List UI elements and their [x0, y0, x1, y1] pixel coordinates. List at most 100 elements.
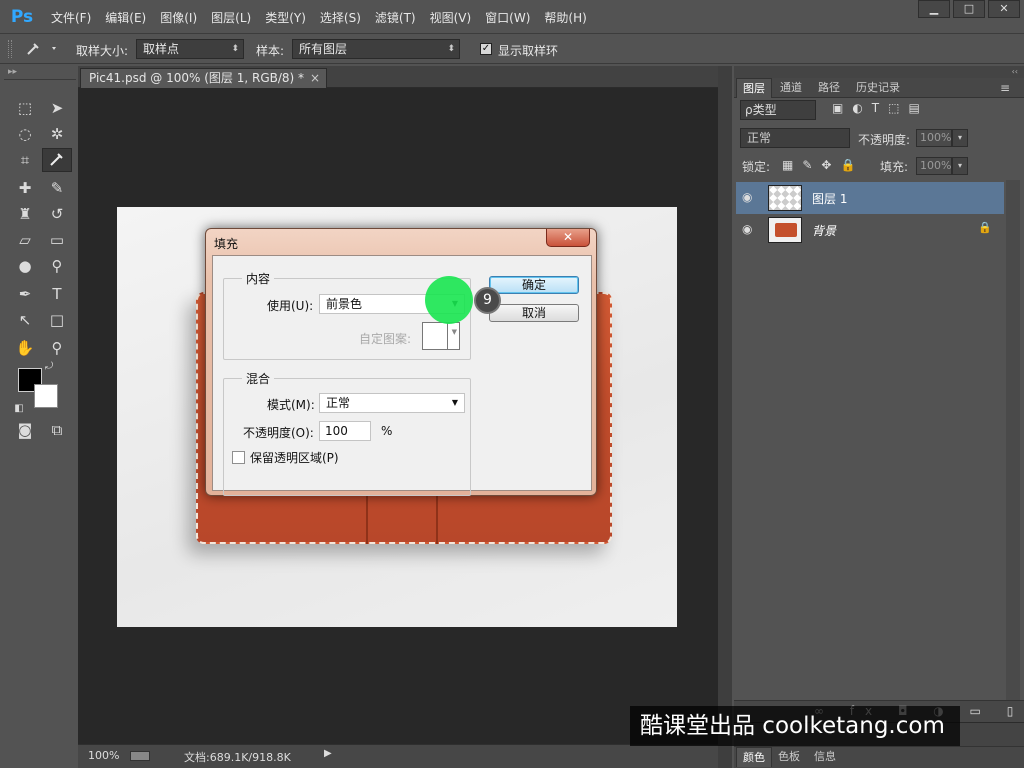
fill-dropdown-icon[interactable]: ▾ [952, 157, 968, 175]
lock-options-icons[interactable]: ▦✎✥🔒 [782, 158, 864, 172]
tab-history[interactable]: 历史记录 [850, 78, 906, 98]
ok-button[interactable]: 确定 [489, 276, 579, 294]
document-tab[interactable]: Pic41.psd @ 100% (图层 1, RGB/8) * × [80, 68, 328, 88]
layers-scrollbar[interactable] [1006, 180, 1020, 700]
layer-filter-kind-select[interactable]: ρ类型 [740, 100, 816, 120]
menu-help[interactable]: 帮助(H) [537, 9, 593, 26]
lock-icon: 🔒 [978, 221, 992, 234]
wallet-seam [436, 494, 438, 544]
layers-panel-dock: ‹‹ 图层 通道 路径 历史记录 ≡ ρ类型 ▣◐T⬚▤ 正常 不透明度: 10… [734, 66, 1024, 768]
document-tabbar: Pic41.psd @ 100% (图层 1, RGB/8) * × [78, 66, 718, 88]
menu-select[interactable]: 选择(S) [313, 9, 368, 26]
rectangle-tool-icon[interactable]: □ [42, 308, 72, 332]
layer-row[interactable]: ◉ 图层 1 [736, 182, 1004, 214]
layers-panel-tabs: 图层 通道 路径 历史记录 ≡ [734, 78, 1024, 98]
fill-field[interactable]: 100% [916, 157, 952, 175]
healing-brush-tool-icon[interactable]: ✚ [10, 176, 40, 200]
brush-tool-icon[interactable]: ✎ [42, 176, 72, 200]
default-colors-icon[interactable]: ◧ [10, 402, 28, 416]
zoom-tool-icon[interactable]: ⚲ [42, 336, 72, 360]
status-menu-arrow-icon[interactable]: ▶ [324, 748, 332, 759]
path-selection-tool-icon[interactable]: ↖ [10, 308, 40, 332]
layer-row[interactable]: ◉ 背景 🔒 [736, 214, 1004, 246]
show-sampling-ring-checkbox[interactable]: ✓ [480, 43, 492, 55]
updown-arrow-icon: ⬍ [231, 44, 239, 54]
wallet-seam [366, 494, 368, 544]
menu-view[interactable]: 视图(V) [423, 9, 479, 26]
layer-blend-mode-select[interactable]: 正常 [740, 128, 850, 148]
menubar: Ps 文件(F) 编辑(E) 图像(I) 图层(L) 类型(Y) 选择(S) 滤… [0, 0, 1024, 34]
sample-value: 所有图层 [299, 42, 348, 56]
opacity-input[interactable]: 100 [319, 421, 371, 441]
eyedropper-tool-icon[interactable] [42, 148, 72, 172]
layer-name[interactable]: 背景 [812, 222, 836, 239]
eyedropper-preset-icon[interactable] [22, 40, 66, 58]
quick-mask-icon[interactable]: ◙ [10, 418, 40, 442]
menu-type[interactable]: 类型(Y) [258, 9, 313, 26]
visibility-eye-icon[interactable]: ◉ [742, 222, 758, 236]
panel-menu-icon[interactable]: ≡ [994, 78, 1016, 98]
hand-tool-icon[interactable]: ✋ [10, 336, 40, 360]
menu-filter[interactable]: 滤镜(T) [368, 9, 423, 26]
dodge-tool-icon[interactable]: ⚲ [42, 254, 72, 278]
crop-tool-icon[interactable]: ⌗ [10, 148, 40, 172]
tab-color[interactable]: 颜色 [736, 747, 772, 767]
dock-collapse-icon[interactable]: ‹‹ [734, 66, 1024, 78]
menu-items: 文件(F) 编辑(E) 图像(I) 图层(L) 类型(Y) 选择(S) 滤镜(T… [44, 0, 594, 34]
magic-wand-tool-icon[interactable]: ✲ [42, 122, 72, 146]
dropdown-arrow-icon: ▼ [451, 328, 457, 336]
move-tool-icon[interactable]: ➤ [42, 96, 72, 120]
status-view-icon[interactable] [130, 751, 150, 761]
type-tool-icon[interactable]: T [42, 282, 72, 306]
eraser-tool-icon[interactable]: ▱ [10, 228, 40, 252]
step-number-badge: 9 [474, 287, 501, 314]
layer-opacity-label: 不透明度: [858, 133, 911, 147]
menu-edit[interactable]: 编辑(E) [98, 9, 153, 26]
tab-paths[interactable]: 路径 [812, 78, 846, 98]
layer-filter-icons[interactable]: ▣◐T⬚▤ [832, 101, 929, 115]
clone-stamp-tool-icon[interactable]: ♜ [10, 202, 40, 226]
screen-mode-icon[interactable]: ⧉ [42, 418, 72, 442]
swap-colors-icon[interactable]: ⤾ [40, 360, 58, 374]
opacity-label: 不透明度(O): [243, 426, 314, 440]
tab-swatches[interactable]: 色板 [772, 747, 806, 767]
sample-size-select[interactable]: 取样点 ⬍ [136, 39, 244, 59]
background-color-swatch[interactable] [34, 384, 58, 408]
layer-name[interactable]: 图层 1 [812, 190, 847, 207]
tab-layers[interactable]: 图层 [736, 78, 772, 98]
pattern-picker-divider [447, 323, 448, 349]
opacity-dropdown-icon[interactable]: ▾ [952, 129, 968, 147]
lock-label: 锁定: [742, 160, 771, 174]
visibility-eye-icon[interactable]: ◉ [742, 190, 758, 204]
minimize-button[interactable]: ▁ [918, 0, 950, 18]
menu-window[interactable]: 窗口(W) [478, 9, 537, 26]
sample-label: 样本: [256, 44, 285, 58]
toolbox-collapse-icon[interactable]: ▸▸ [4, 66, 76, 80]
pen-tool-icon[interactable]: ✒ [10, 282, 40, 306]
cancel-button[interactable]: 取消 [489, 304, 579, 322]
zoom-level[interactable]: 100% [88, 749, 119, 762]
gradient-tool-icon[interactable]: ▭ [42, 228, 72, 252]
lasso-tool-icon[interactable]: ◌ [10, 122, 40, 146]
close-window-button[interactable]: ✕ [988, 0, 1020, 18]
close-tab-icon[interactable]: × [310, 69, 320, 87]
menu-layer[interactable]: 图层(L) [204, 9, 258, 26]
menu-image[interactable]: 图像(I) [153, 9, 204, 26]
maximize-button[interactable]: □ [953, 0, 985, 18]
layer-blend-mode-value: 正常 [747, 131, 772, 145]
blur-tool-icon[interactable]: ● [10, 254, 40, 278]
history-brush-tool-icon[interactable]: ↺ [42, 202, 72, 226]
document-vertical-scrollbar[interactable] [718, 66, 732, 768]
sample-select[interactable]: 所有图层 ⬍ [292, 39, 460, 59]
layer-opacity-field[interactable]: 100% [916, 129, 952, 147]
menu-file[interactable]: 文件(F) [44, 9, 98, 26]
marquee-tool-icon[interactable]: ⬚ [10, 96, 40, 120]
tab-info[interactable]: 信息 [808, 747, 842, 767]
options-bar-grip[interactable] [8, 40, 12, 58]
dialog-close-button[interactable]: ✕ [546, 229, 590, 247]
layer-thumbnail [768, 185, 802, 211]
preserve-transparency-checkbox[interactable] [232, 451, 245, 464]
watermark: 酷课堂出品 coolketang.com [630, 706, 960, 746]
tab-channels[interactable]: 通道 [774, 78, 808, 98]
mode-select[interactable]: 正常 ▼ [319, 393, 465, 413]
